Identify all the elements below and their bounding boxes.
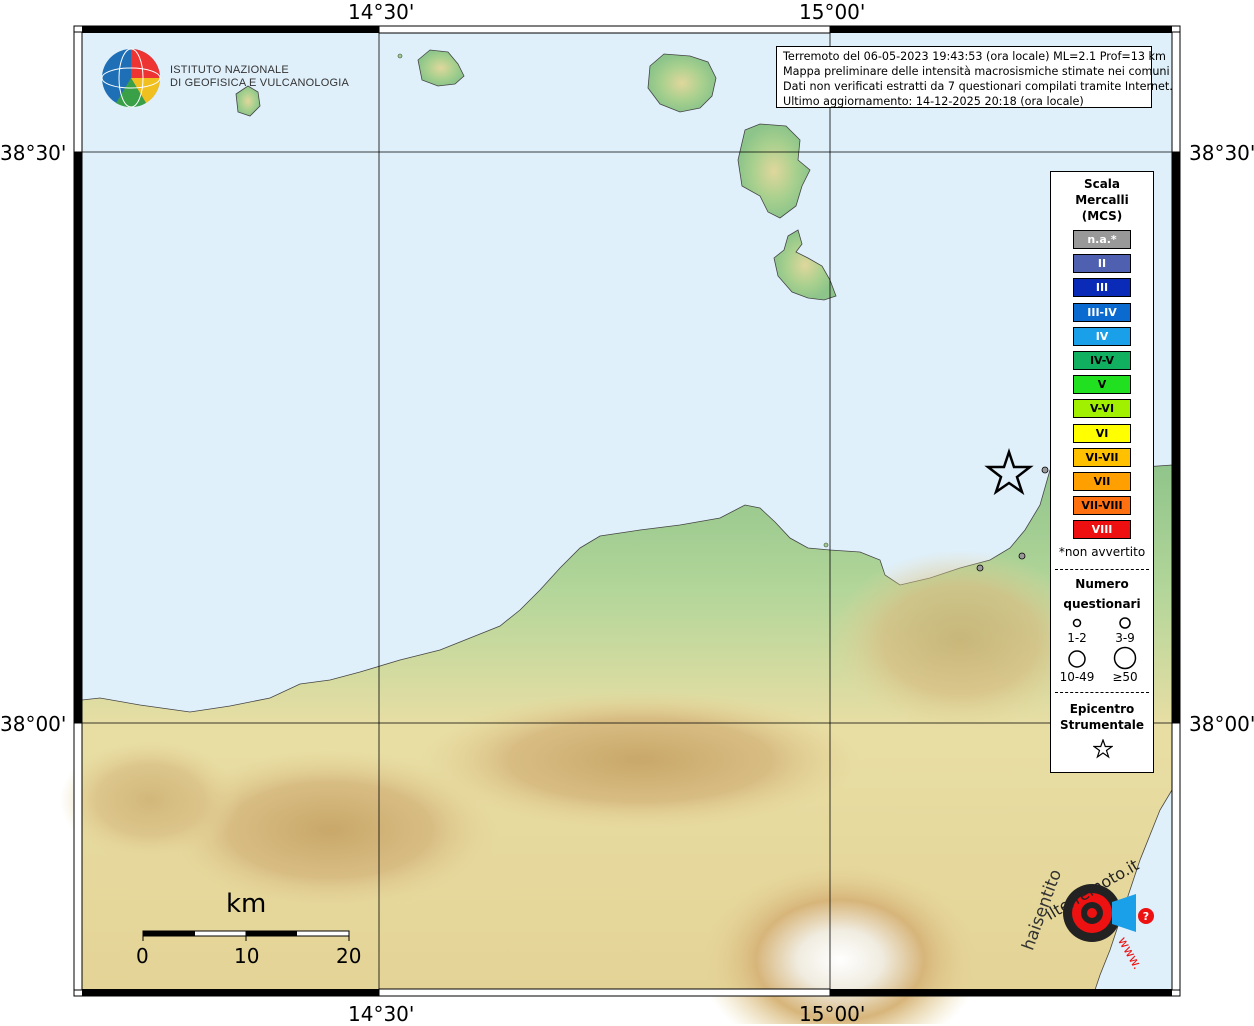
legend-swatch: V-VI <box>1073 399 1131 419</box>
lat-label-right-top: 38°30' <box>1189 141 1254 165</box>
ingv-logo-line2: DI GEOFISICA E VULCANOLOGIA <box>170 77 349 89</box>
count-circle-large <box>1068 650 1086 668</box>
svg-text:?: ? <box>1143 910 1149 923</box>
ingv-logo-icon <box>101 48 161 108</box>
lon-label-bottom-right: 15°00' <box>799 1002 866 1026</box>
legend-swatch: IV <box>1073 326 1131 346</box>
scale-unit: km <box>226 889 267 919</box>
questionnaire-point <box>1018 552 1026 560</box>
relief-hills-west <box>60 740 240 860</box>
scale-tick-10: 10 <box>234 944 260 968</box>
legend-swatch: VI-VII <box>1073 447 1131 467</box>
epicenter-title-line2: Strumentale <box>1059 718 1145 732</box>
legend-swatch: VII <box>1073 472 1131 491</box>
lon-label-bottom-left: 14°30' <box>348 1002 415 1026</box>
islet-1 <box>397 53 403 59</box>
legend-swatch: V <box>1073 375 1131 395</box>
not-felt-note: *non avvertito <box>1058 545 1146 559</box>
count-title-line2: questionari <box>1063 597 1141 611</box>
event-info-box: Terremoto del 06-05-2023 19:43:53 (ora l… <box>776 46 1173 108</box>
event-info-line4: Ultimo aggiornamento: 14-12-2025 20:18 (… <box>783 95 1084 108</box>
count-label-2: 3-9 <box>1115 631 1135 645</box>
count-label-4: ≥50 <box>1112 670 1138 684</box>
lon-label-top-left: 14°30' <box>348 0 415 24</box>
legend-star-icon <box>1093 739 1113 759</box>
legend-title-line1: Scala <box>1083 177 1121 191</box>
event-info-line1: Terremoto del 06-05-2023 19:43:53 (ora l… <box>783 50 1166 63</box>
lon-label-top-right: 15°00' <box>799 0 866 24</box>
legend-title-line2: Mercalli <box>1075 193 1129 207</box>
ingv-logo-text: ISTITUTO NAZIONALE DI GEOFISICA E VULCAN… <box>170 64 349 90</box>
lat-label-left-bottom: 38°00' <box>0 712 67 736</box>
questionnaire-point <box>976 564 984 572</box>
legend-swatch: VIII <box>1073 520 1131 540</box>
islet-2 <box>823 542 829 548</box>
legend-swatch: VI <box>1073 423 1131 443</box>
legend-swatch: IV-V <box>1073 351 1131 370</box>
count-circle-small <box>1072 618 1082 628</box>
scale-tick-0: 0 <box>136 944 149 968</box>
event-info-line2: Mappa preliminare delle intensità macros… <box>783 65 1170 78</box>
legend-swatch: II <box>1073 254 1131 274</box>
count-label-1: 1-2 <box>1067 631 1087 645</box>
count-title-line1: Numero <box>1075 577 1129 591</box>
count-circle-xlarge <box>1113 646 1137 670</box>
legend-separator <box>1055 692 1149 693</box>
lat-label-left-top: 38°30' <box>0 141 67 165</box>
count-circle-medium <box>1119 617 1131 629</box>
legend-swatch: n.a.* <box>1073 230 1131 249</box>
event-info-line3: Dati non verificati estratti da 7 questi… <box>783 80 1173 93</box>
legend-title-line3: (MCS) <box>1081 209 1123 223</box>
count-label-3: 10-49 <box>1059 670 1095 684</box>
questionnaire-point <box>1041 466 1049 474</box>
legend-separator <box>1055 569 1149 570</box>
ingv-logo-line1: ISTITUTO NAZIONALE <box>170 64 289 76</box>
epicenter-title-line1: Epicentro <box>1069 702 1135 716</box>
lat-label-right-bottom: 38°00' <box>1189 712 1254 736</box>
legend-swatch: III <box>1073 278 1131 298</box>
legend-swatch: VII-VIII <box>1073 496 1131 516</box>
legend-swatch: III-IV <box>1073 302 1131 322</box>
mcs-legend: Scala Mercalli (MCS) n.a.* II III III-IV IV I… <box>1050 171 1154 773</box>
scale-tick-20: 20 <box>336 944 362 968</box>
